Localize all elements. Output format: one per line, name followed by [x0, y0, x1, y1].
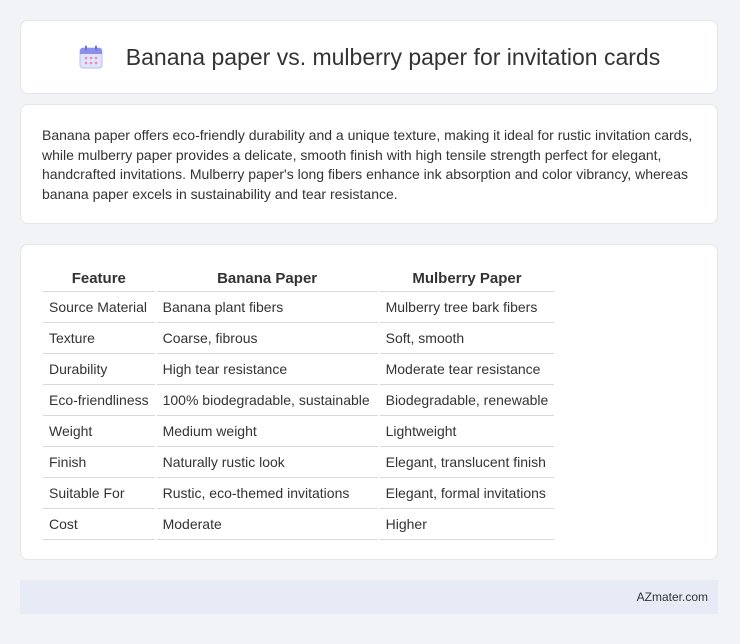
- table-cell: Elegant, translucent finish: [379, 447, 555, 478]
- page-title: Banana paper vs. mulberry paper for invi…: [125, 43, 661, 70]
- column-header-banana-paper: Banana Paper: [156, 265, 378, 292]
- table-header-row: Feature Banana Paper Mulberry Paper: [43, 265, 555, 292]
- table-cell: Medium weight: [156, 416, 378, 447]
- table-cell: Mulberry tree bark fibers: [379, 292, 555, 323]
- table-cell: Eco-friendliness: [43, 385, 155, 416]
- table-row: Texture Coarse, fibrous Soft, smooth: [43, 323, 555, 354]
- table-cell: Finish: [43, 447, 155, 478]
- table-cell: Biodegradable, renewable: [379, 385, 555, 416]
- table-cell: Coarse, fibrous: [156, 323, 378, 354]
- table-cell: Durability: [43, 354, 155, 385]
- table-row: Source Material Banana plant fibers Mulb…: [43, 292, 555, 323]
- column-header-mulberry-paper: Mulberry Paper: [379, 265, 555, 292]
- table-row: Finish Naturally rustic look Elegant, tr…: [43, 447, 555, 478]
- table-cell: Rustic, eco-themed invitations: [156, 478, 378, 509]
- comparison-table-card: Feature Banana Paper Mulberry Paper Sour…: [20, 244, 718, 560]
- table-cell: Texture: [43, 323, 155, 354]
- table-row: Cost Moderate Higher: [43, 509, 555, 540]
- table-cell: Soft, smooth: [379, 323, 555, 354]
- footer: AZmater.com: [20, 580, 718, 614]
- table-cell: Moderate: [156, 509, 378, 540]
- table-row: Weight Medium weight Lightweight: [43, 416, 555, 447]
- table-row: Durability High tear resistance Moderate…: [43, 354, 555, 385]
- table-cell: Weight: [43, 416, 155, 447]
- footer-brand: AZmater.com: [636, 590, 708, 604]
- calendar-icon: [78, 44, 104, 70]
- table-cell: Moderate tear resistance: [379, 354, 555, 385]
- header: Banana paper vs. mulberry paper for invi…: [78, 44, 660, 71]
- table-cell: Source Material: [43, 292, 155, 323]
- table-cell: 100% biodegradable, sustainable: [156, 385, 378, 416]
- comparison-table: Feature Banana Paper Mulberry Paper Sour…: [41, 265, 556, 540]
- table-cell: Cost: [43, 509, 155, 540]
- table-cell: Higher: [379, 509, 555, 540]
- table-cell: Banana plant fibers: [156, 292, 378, 323]
- table-row: Eco-friendliness 100% biodegradable, sus…: [43, 385, 555, 416]
- table-row: Suitable For Rustic, eco-themed invitati…: [43, 478, 555, 509]
- table-cell: Suitable For: [43, 478, 155, 509]
- table-cell: High tear resistance: [156, 354, 378, 385]
- table-cell: Naturally rustic look: [156, 447, 378, 478]
- table-cell: Elegant, formal invitations: [379, 478, 555, 509]
- table-cell: Lightweight: [379, 416, 555, 447]
- header-card: Banana paper vs. mulberry paper for invi…: [20, 20, 718, 94]
- summary-text: Banana paper offers eco-friendly durabil…: [42, 127, 693, 202]
- column-header-feature: Feature: [43, 265, 155, 292]
- summary-card: Banana paper offers eco-friendly durabil…: [20, 104, 718, 224]
